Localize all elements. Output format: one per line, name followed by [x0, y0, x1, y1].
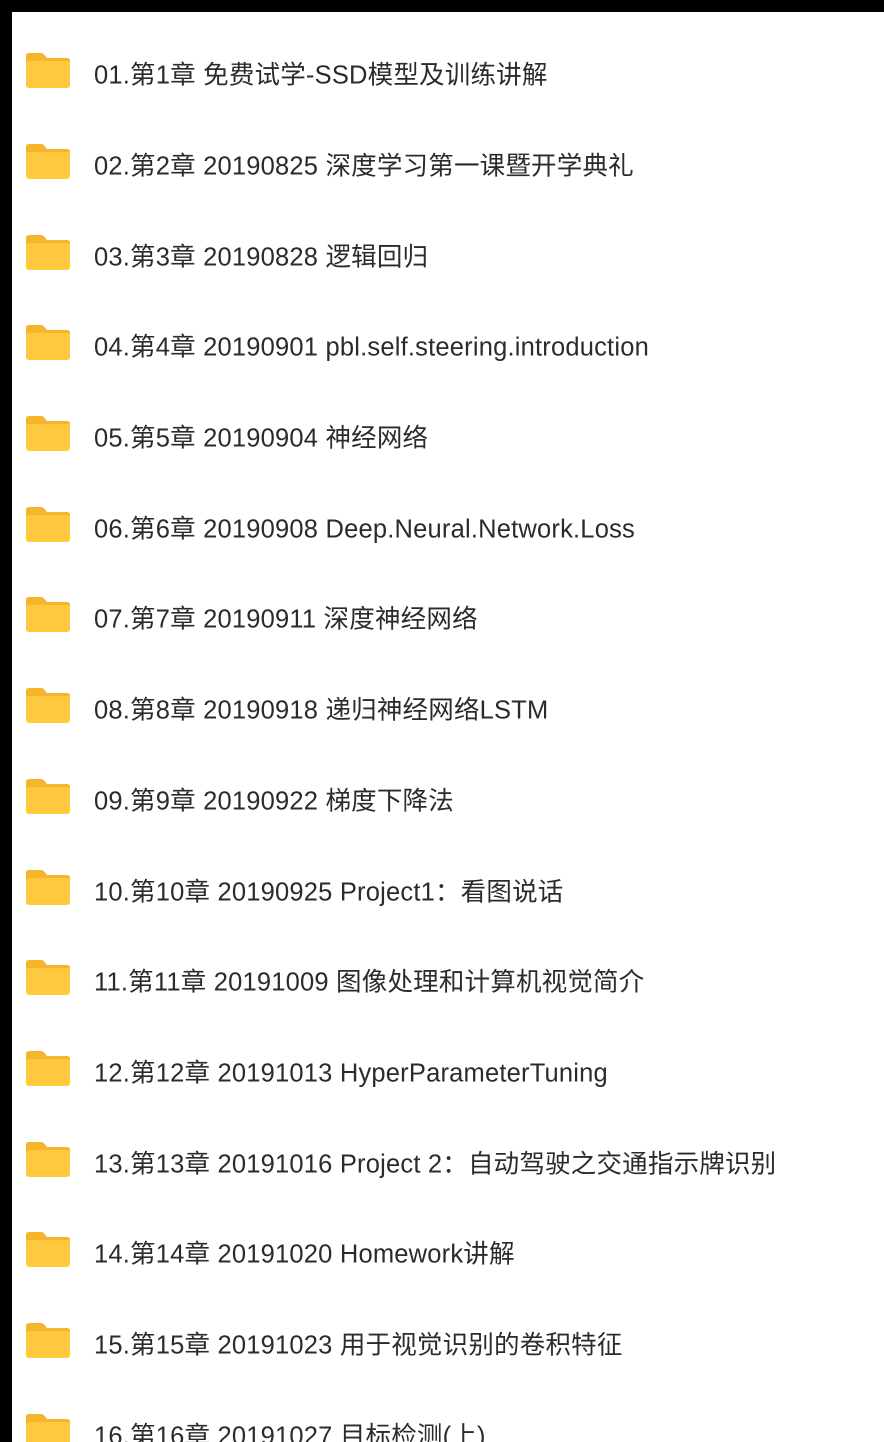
file-list-panel: 01.第1章 免费试学-SSD模型及训练讲解 02.第2章 20190825 深…	[12, 12, 884, 1442]
folder-name: 15.第15章 20191023 用于视觉识别的卷积特征	[94, 1331, 623, 1360]
folder-name: 05.第5章 20190904 神经网络	[94, 424, 429, 453]
list-item[interactable]: 04.第4章 20190901 pbl.self.steering.introd…	[12, 300, 884, 391]
folder-icon	[25, 1049, 71, 1087]
folder-icon	[25, 777, 71, 815]
folder-icon	[25, 1140, 71, 1178]
folder-name: 10.第10章 20190925 Project1：看图说话	[94, 878, 564, 907]
list-item[interactable]: 16.第16章 20191027 目标检测(上)	[12, 1388, 884, 1442]
folder-icon	[25, 868, 71, 906]
list-item[interactable]: 13.第13章 20191016 Project 2：自动驾驶之交通指示牌识别	[12, 1116, 884, 1207]
list-item[interactable]: 02.第2章 20190825 深度学习第一课暨开学典礼	[12, 119, 884, 210]
folder-name: 09.第9章 20190922 梯度下降法	[94, 787, 454, 816]
folder-icon	[25, 414, 71, 452]
folder-name: 01.第1章 免费试学-SSD模型及训练讲解	[94, 61, 548, 90]
list-item[interactable]: 03.第3章 20190828 逻辑回归	[12, 209, 884, 300]
folder-icon	[25, 323, 71, 361]
folder-icon	[25, 958, 71, 996]
folder-icon	[25, 686, 71, 724]
folder-name: 03.第3章 20190828 逻辑回归	[94, 243, 429, 272]
folder-name: 14.第14章 20191020 Homework讲解	[94, 1240, 515, 1269]
list-item[interactable]: 05.第5章 20190904 神经网络	[12, 391, 884, 482]
list-item[interactable]: 09.第9章 20190922 梯度下降法	[12, 754, 884, 845]
list-item[interactable]: 10.第10章 20190925 Project1：看图说话	[12, 844, 884, 935]
folder-list: 01.第1章 免费试学-SSD模型及训练讲解 02.第2章 20190825 深…	[12, 28, 884, 1442]
list-item[interactable]: 12.第12章 20191013 HyperParameterTuning	[12, 1026, 884, 1117]
folder-name: 06.第6章 20190908 Deep.Neural.Network.Loss	[94, 515, 635, 544]
folder-icon	[25, 1412, 71, 1442]
folder-icon	[25, 505, 71, 543]
list-item[interactable]: 14.第14章 20191020 Homework讲解	[12, 1207, 884, 1298]
list-item[interactable]: 11.第11章 20191009 图像处理和计算机视觉简介	[12, 935, 884, 1026]
list-item[interactable]: 06.第6章 20190908 Deep.Neural.Network.Loss	[12, 481, 884, 572]
list-item[interactable]: 01.第1章 免费试学-SSD模型及训练讲解	[12, 28, 884, 119]
folder-icon	[25, 51, 71, 89]
folder-name: 13.第13章 20191016 Project 2：自动驾驶之交通指示牌识别	[94, 1150, 777, 1179]
folder-name: 07.第7章 20190911 深度神经网络	[94, 605, 478, 634]
folder-icon	[25, 233, 71, 271]
folder-name: 08.第8章 20190918 递归神经网络LSTM	[94, 696, 549, 725]
list-item[interactable]: 15.第15章 20191023 用于视觉识别的卷积特征	[12, 1298, 884, 1389]
folder-icon	[25, 1321, 71, 1359]
folder-name: 04.第4章 20190901 pbl.self.steering.introd…	[94, 333, 649, 362]
folder-icon	[25, 142, 71, 180]
folder-icon	[25, 1230, 71, 1268]
list-item[interactable]: 08.第8章 20190918 递归神经网络LSTM	[12, 663, 884, 754]
folder-name: 11.第11章 20191009 图像处理和计算机视觉简介	[94, 968, 645, 997]
folder-name: 12.第12章 20191013 HyperParameterTuning	[94, 1059, 608, 1088]
folder-icon	[25, 595, 71, 633]
list-item[interactable]: 07.第7章 20190911 深度神经网络	[12, 572, 884, 663]
folder-name: 16.第16章 20191027 目标检测(上)	[94, 1422, 486, 1442]
folder-name: 02.第2章 20190825 深度学习第一课暨开学典礼	[94, 152, 634, 181]
